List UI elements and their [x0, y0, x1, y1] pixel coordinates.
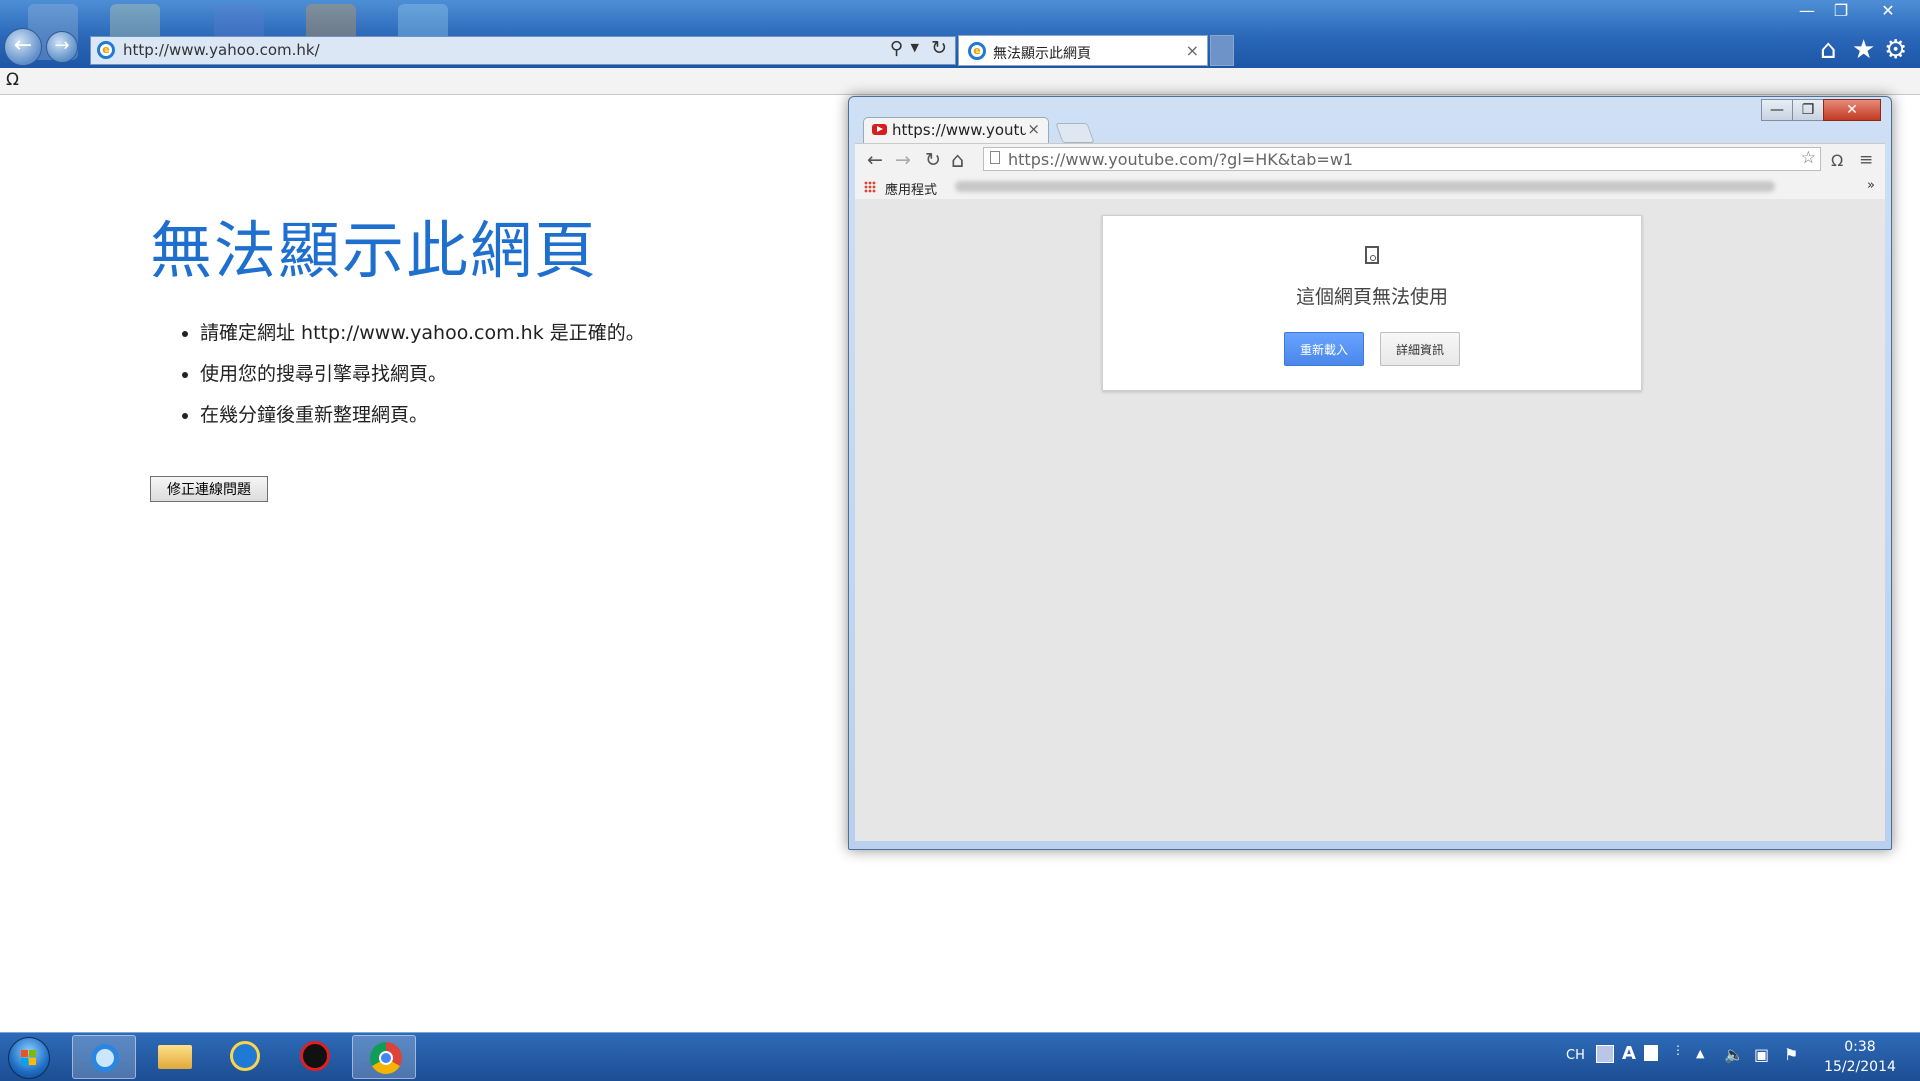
clock-time[interactable]: 0:38: [1830, 1039, 1890, 1055]
close-window-icon[interactable]: ✕: [1823, 99, 1881, 121]
error-message: 這個網頁無法使用: [1295, 286, 1448, 308]
tray-expand-icon[interactable]: ▲: [1696, 1047, 1704, 1060]
ie-tab-title: 無法顯示此網頁: [993, 46, 1091, 62]
gear-icon[interactable]: ⚙: [1884, 36, 1907, 64]
bookmarks-bar: 應用程式 »: [855, 175, 1885, 200]
list-item: 請確定網址 http://www.yahoo.com.hk 是正確的。: [200, 318, 645, 345]
folder-icon: [158, 1045, 192, 1069]
dropdown-chevron-icon[interactable]: ▼: [911, 41, 919, 54]
menu-icon[interactable]: ≡: [1859, 148, 1873, 172]
ie-command-bar: Ω: [0, 68, 1920, 95]
ie-page-icon: e: [97, 41, 115, 59]
network-icon[interactable]: ▣: [1754, 1045, 1769, 1064]
search-icon[interactable]: ⚲: [890, 38, 903, 59]
taskbar-explorer[interactable]: [142, 1035, 206, 1079]
ime-width-icon[interactable]: [1644, 1045, 1658, 1061]
minimize-icon[interactable]: —: [1761, 99, 1793, 121]
forward-icon[interactable]: →: [895, 148, 911, 172]
page-title: 無法顯示此網頁: [150, 214, 599, 287]
address-url: http://www.yahoo.com.hk/: [123, 41, 320, 59]
home-icon[interactable]: ⌂: [951, 148, 964, 172]
extension-icon[interactable]: Ω: [6, 70, 19, 90]
chrome-icon: [370, 1042, 402, 1074]
chrome-toolbar: ← → ↻ ⌂ https://www.youtube.com/?gl=HK&t…: [855, 143, 1885, 176]
bookmarks-overflow-icon[interactable]: »: [1867, 178, 1875, 193]
chrome-tab[interactable]: https://www.youtube.com/?gl=HK&tab=w1 ×: [863, 117, 1049, 144]
close-tab-icon[interactable]: ×: [1027, 120, 1040, 138]
windows-logo-icon: [29, 1058, 36, 1065]
reload-button[interactable]: 重新載入: [1284, 332, 1364, 366]
ime-options-icon[interactable]: ⋮: [1672, 1043, 1684, 1057]
extension-icon[interactable]: Ω: [1831, 149, 1843, 173]
favorites-star-icon[interactable]: ★: [1852, 36, 1875, 64]
blurred-bookmarks: [955, 181, 1775, 192]
ie-tab-icon: e: [968, 42, 986, 60]
media-player-icon: [230, 1041, 260, 1071]
windows-logo-icon: [21, 1050, 28, 1057]
ie-titlebar: ← → e http://www.yahoo.com.hk/ ⚲ ▼ ↻ e 無…: [0, 0, 1920, 68]
page-icon: [990, 151, 1000, 164]
reload-icon[interactable]: ↻: [925, 148, 941, 172]
language-indicator[interactable]: CH: [1566, 1048, 1585, 1063]
apps-grid-icon[interactable]: [864, 181, 876, 193]
apps-shortcut[interactable]: 應用程式: [885, 179, 937, 198]
bookmark-star-icon[interactable]: ☆: [1801, 148, 1816, 168]
new-tab-button[interactable]: [1055, 123, 1095, 143]
refresh-icon[interactable]: ↻: [931, 37, 947, 59]
ie-tab[interactable]: e 無法顯示此網頁 ×: [958, 35, 1208, 66]
back-icon[interactable]: ←: [867, 148, 883, 172]
action-center-flag-icon[interactable]: ⚑: [1784, 1045, 1798, 1064]
error-card: 這個網頁無法使用 重新載入 詳細資訊: [1102, 215, 1642, 391]
suggestion-list: 請確定網址 http://www.yahoo.com.hk 是正確的。 使用您的…: [200, 318, 645, 441]
taskbar: CH A ⋮ ▲ 🔈 ▣ ⚑ 0:38 15/2/2014: [0, 1032, 1920, 1081]
ime-icon[interactable]: [1596, 1045, 1614, 1063]
start-button[interactable]: [8, 1037, 50, 1079]
omnibox[interactable]: https://www.youtube.com/?gl=HK&tab=w1 ☆: [983, 147, 1821, 171]
chrome-content: 這個網頁無法使用 重新載入 詳細資訊: [855, 199, 1885, 841]
new-tab-button[interactable]: [1210, 35, 1234, 66]
chrome-tab-title: https://www.youtube.com/?gl=HK&tab=w1: [892, 121, 1026, 139]
clock-date[interactable]: 15/2/2014: [1812, 1059, 1908, 1075]
taskbar-ie[interactable]: [72, 1035, 136, 1079]
ie-icon: [91, 1044, 119, 1072]
windows-logo-icon: [29, 1050, 36, 1057]
omnibox-url: https://www.youtube.com/?gl=HK&tab=w1: [1008, 150, 1354, 169]
close-tab-icon[interactable]: ×: [1186, 41, 1199, 60]
back-icon[interactable]: ←: [4, 28, 42, 66]
windows-logo-icon: [21, 1058, 28, 1065]
taskbar-chrome[interactable]: [352, 1035, 416, 1079]
minimize-icon[interactable]: —: [1790, 0, 1824, 22]
fix-connection-button[interactable]: 修正連線問題: [150, 476, 268, 502]
chrome-window: https://www.youtube.com/?gl=HK&tab=w1 × …: [848, 96, 1892, 850]
home-icon[interactable]: ⌂: [1820, 36, 1837, 64]
address-bar[interactable]: e http://www.yahoo.com.hk/ ⚲ ▼ ↻: [90, 36, 956, 65]
broken-page-icon: [1365, 246, 1379, 264]
list-item: 在幾分鐘後重新整理網頁。: [200, 400, 645, 427]
restore-icon[interactable]: ❐: [1824, 0, 1858, 22]
taskbar-app-player[interactable]: [282, 1035, 346, 1079]
restore-icon[interactable]: ❐: [1792, 99, 1824, 121]
youtube-icon: [872, 124, 887, 135]
details-button[interactable]: 詳細資訊: [1380, 332, 1460, 366]
taskbar-app-pplive[interactable]: [212, 1035, 276, 1079]
forward-icon[interactable]: →: [46, 31, 78, 63]
list-item: 使用您的搜尋引擎尋找網頁。: [200, 359, 645, 386]
ime-mode-icon[interactable]: A: [1622, 1043, 1636, 1064]
close-window-icon[interactable]: ✕: [1868, 0, 1908, 22]
video-player-icon: [300, 1041, 330, 1071]
volume-icon[interactable]: 🔈: [1724, 1045, 1744, 1064]
